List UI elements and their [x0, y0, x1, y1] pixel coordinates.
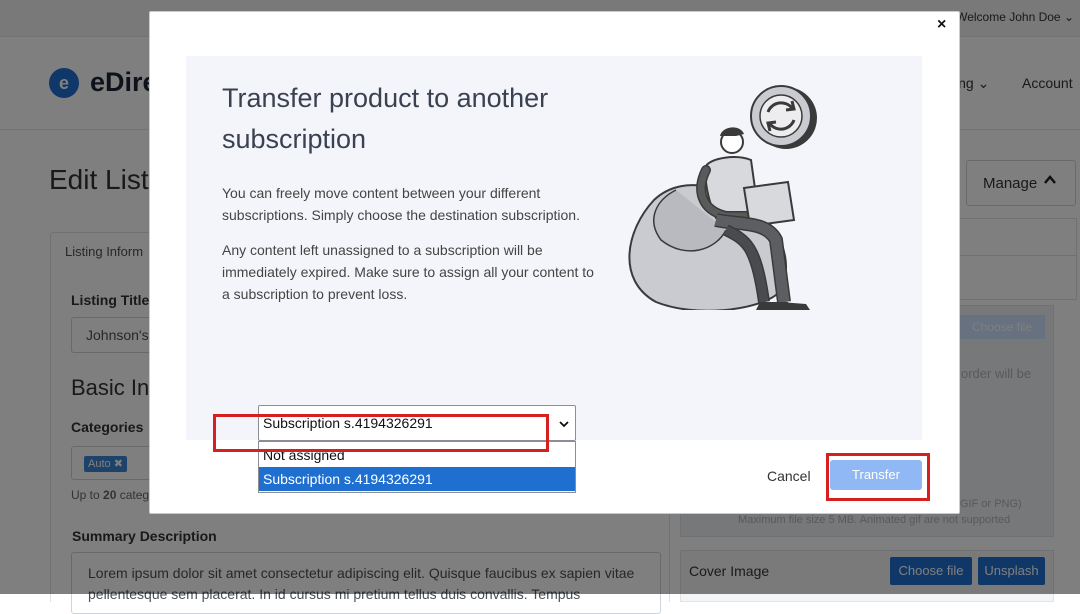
- modal-paragraph-2: Any content left unassigned to a subscri…: [222, 242, 594, 302]
- highlight-box-option: [213, 414, 549, 452]
- chevron-down-icon: [559, 416, 569, 428]
- close-icon[interactable]: ×: [937, 16, 946, 34]
- highlight-box-transfer: [826, 453, 930, 501]
- modal-title: Transfer product to another subscription: [222, 83, 549, 154]
- transfer-modal: × Transfer product to another subscripti…: [149, 11, 960, 514]
- cancel-button[interactable]: Cancel: [767, 468, 811, 484]
- option-subscription[interactable]: Subscription s.4194326291: [259, 467, 575, 491]
- sync-icon: [750, 85, 817, 149]
- modal-content-panel: Transfer product to another subscription…: [186, 56, 922, 493]
- modal-paragraph-1: You can freely move content between your…: [222, 185, 580, 223]
- option-label: Subscription s.4194326291: [263, 471, 433, 487]
- person-with-laptop-illustration: [616, 70, 846, 312]
